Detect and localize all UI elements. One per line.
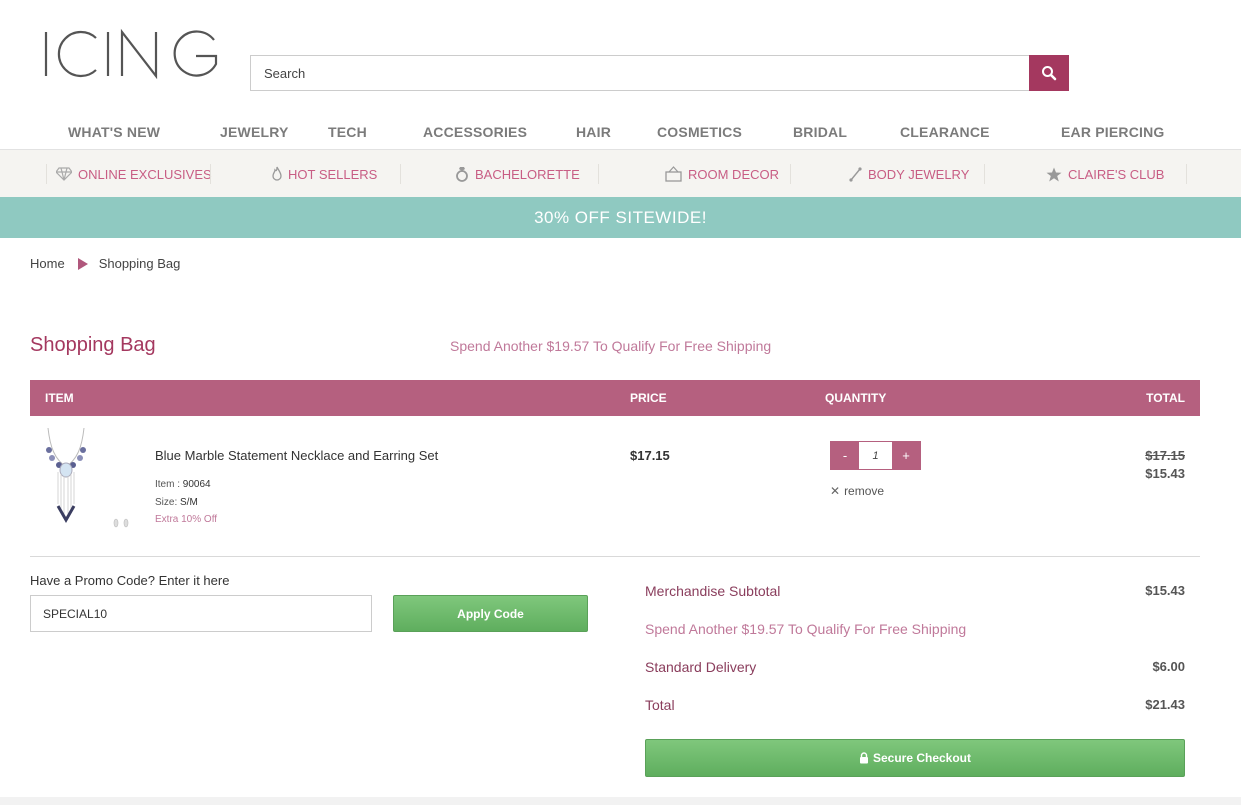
size-value: S/M bbox=[180, 497, 198, 508]
nav-cosmetics[interactable]: COSMETICS bbox=[657, 124, 742, 140]
quantity-stepper: - + bbox=[830, 441, 921, 470]
column-quantity: QUANTITY bbox=[825, 391, 887, 405]
sitewide-promo-banner[interactable]: 30% OFF SITEWIDE! bbox=[0, 197, 1241, 238]
size-label: Size: bbox=[155, 497, 181, 508]
delivery-value: $6.00 bbox=[1152, 659, 1185, 674]
nav-jewelry[interactable]: JEWELRY bbox=[220, 124, 289, 140]
frame-icon bbox=[665, 166, 682, 182]
breadcrumb-current: Shopping Bag bbox=[98, 256, 181, 271]
search-button[interactable] bbox=[1029, 55, 1069, 91]
product-item-number: Item : 90064 bbox=[155, 479, 211, 490]
product-price: $17.15 bbox=[630, 448, 670, 463]
promo-code-input[interactable] bbox=[30, 595, 372, 632]
icing-logo[interactable] bbox=[42, 26, 222, 82]
checkout-label: Secure Checkout bbox=[872, 751, 972, 765]
sub-nav-divider bbox=[984, 164, 985, 184]
product-size: Size: S/M bbox=[155, 497, 198, 508]
subnav-bachelorette[interactable]: BACHELORETTE bbox=[455, 162, 580, 186]
product-name[interactable]: Blue Marble Statement Necklace and Earri… bbox=[155, 448, 438, 463]
remove-label: remove bbox=[844, 484, 885, 498]
nav-bridal[interactable]: BRIDAL bbox=[793, 124, 847, 140]
total-row: Total $21.43 bbox=[645, 697, 1185, 713]
remove-item-link[interactable]: ✕ remove bbox=[830, 484, 884, 498]
search-icon bbox=[1042, 66, 1057, 81]
item-number-value: 90064 bbox=[182, 479, 211, 490]
breadcrumb-arrow-icon bbox=[77, 257, 88, 270]
sub-nav-divider bbox=[210, 164, 211, 184]
subtotal-label: Merchandise Subtotal bbox=[645, 583, 781, 599]
star-icon bbox=[1046, 167, 1062, 181]
quantity-input[interactable] bbox=[859, 442, 892, 469]
main-navigation: WHAT'S NEW JEWELRY TECH ACCESSORIES HAIR… bbox=[0, 116, 1241, 150]
subnav-body-jewelry[interactable]: BODY JEWELRY bbox=[849, 162, 969, 186]
nav-ear-piercing[interactable]: EAR PIERCING bbox=[1061, 124, 1165, 140]
promo-code-label: Have a Promo Code? Enter it here bbox=[30, 573, 230, 588]
subnav-label: CLAIRE'S CLUB bbox=[1068, 166, 1165, 182]
nav-whats-new[interactable]: WHAT'S NEW bbox=[68, 124, 160, 140]
subnav-claires-club[interactable]: CLAIRE'S CLUB bbox=[1046, 162, 1164, 186]
product-image[interactable] bbox=[40, 426, 136, 530]
column-total: TOTAL bbox=[1146, 391, 1185, 405]
column-item: ITEM bbox=[45, 391, 74, 405]
line-total: $15.43 bbox=[1145, 466, 1185, 481]
search-input[interactable] bbox=[250, 55, 1030, 91]
footer-strip bbox=[0, 797, 1241, 805]
ring-icon bbox=[456, 167, 468, 182]
summary-shipping-message: Spend Another $19.57 To Qualify For Free… bbox=[645, 621, 967, 637]
section-divider bbox=[30, 556, 1200, 557]
subtotal-value: $15.43 bbox=[1145, 583, 1185, 598]
product-discount: Extra 10% Off bbox=[155, 514, 218, 525]
page-title: Shopping Bag bbox=[30, 334, 156, 356]
subnav-label: HOT SELLERS bbox=[288, 166, 378, 182]
subnav-online-exclusives[interactable]: ONLINE EXCLUSIVES bbox=[56, 162, 212, 186]
subnav-label: ROOM DECOR bbox=[688, 166, 779, 182]
nav-accessories[interactable]: ACCESSORIES bbox=[423, 124, 527, 140]
necklace-image bbox=[46, 427, 129, 528]
delivery-row: Standard Delivery $6.00 bbox=[645, 659, 1185, 675]
free-shipping-message: Spend Another $19.57 To Qualify For Free… bbox=[450, 338, 772, 354]
delivery-label: Standard Delivery bbox=[645, 659, 757, 675]
subnav-label: BODY JEWELRY bbox=[868, 166, 970, 182]
search-bar bbox=[250, 55, 1069, 91]
subnav-room-decor[interactable]: ROOM DECOR bbox=[665, 162, 779, 186]
sub-nav-divider bbox=[46, 164, 47, 184]
nav-clearance[interactable]: CLEARANCE bbox=[900, 124, 990, 140]
sub-nav-divider bbox=[400, 164, 401, 184]
sub-nav-divider bbox=[790, 164, 791, 184]
quantity-decrease-button[interactable]: - bbox=[831, 442, 859, 469]
shopping-bag-page: WHAT'S NEW JEWELRY TECH ACCESSORIES HAIR… bbox=[0, 0, 1241, 805]
column-price: PRICE bbox=[630, 391, 667, 405]
sub-nav-divider bbox=[598, 164, 599, 184]
nav-tech[interactable]: TECH bbox=[328, 124, 367, 140]
pin-icon bbox=[849, 166, 862, 182]
breadcrumb: Home Shopping Bag bbox=[30, 256, 180, 271]
lock-icon bbox=[859, 752, 868, 764]
secondary-navigation: ONLINE EXCLUSIVES HOT SELLERS BACHELORET… bbox=[0, 150, 1241, 197]
subnav-hot-sellers[interactable]: HOT SELLERS bbox=[272, 162, 377, 186]
subnav-label: BACHELORETTE bbox=[475, 166, 580, 182]
flame-icon bbox=[272, 166, 282, 181]
nav-hair[interactable]: HAIR bbox=[576, 124, 611, 140]
breadcrumb-home[interactable]: Home bbox=[30, 256, 65, 271]
original-line-total: $17.15 bbox=[1145, 448, 1185, 463]
secure-checkout-button[interactable]: Secure Checkout bbox=[645, 739, 1185, 777]
total-label: Total bbox=[645, 697, 675, 713]
close-icon: ✕ bbox=[830, 484, 841, 498]
diamond-icon bbox=[56, 167, 72, 181]
logo-wordmark bbox=[44, 28, 218, 80]
apply-code-button[interactable]: Apply Code bbox=[393, 595, 588, 632]
bag-table-header: ITEM PRICE QUANTITY TOTAL bbox=[30, 380, 1200, 416]
sub-nav-divider bbox=[1186, 164, 1187, 184]
item-number-label: Item : bbox=[155, 479, 183, 490]
quantity-increase-button[interactable]: + bbox=[892, 442, 920, 469]
subtotal-row: Merchandise Subtotal $15.43 bbox=[645, 583, 1185, 599]
total-value: $21.43 bbox=[1145, 697, 1185, 712]
subnav-label: ONLINE EXCLUSIVES bbox=[78, 166, 212, 182]
